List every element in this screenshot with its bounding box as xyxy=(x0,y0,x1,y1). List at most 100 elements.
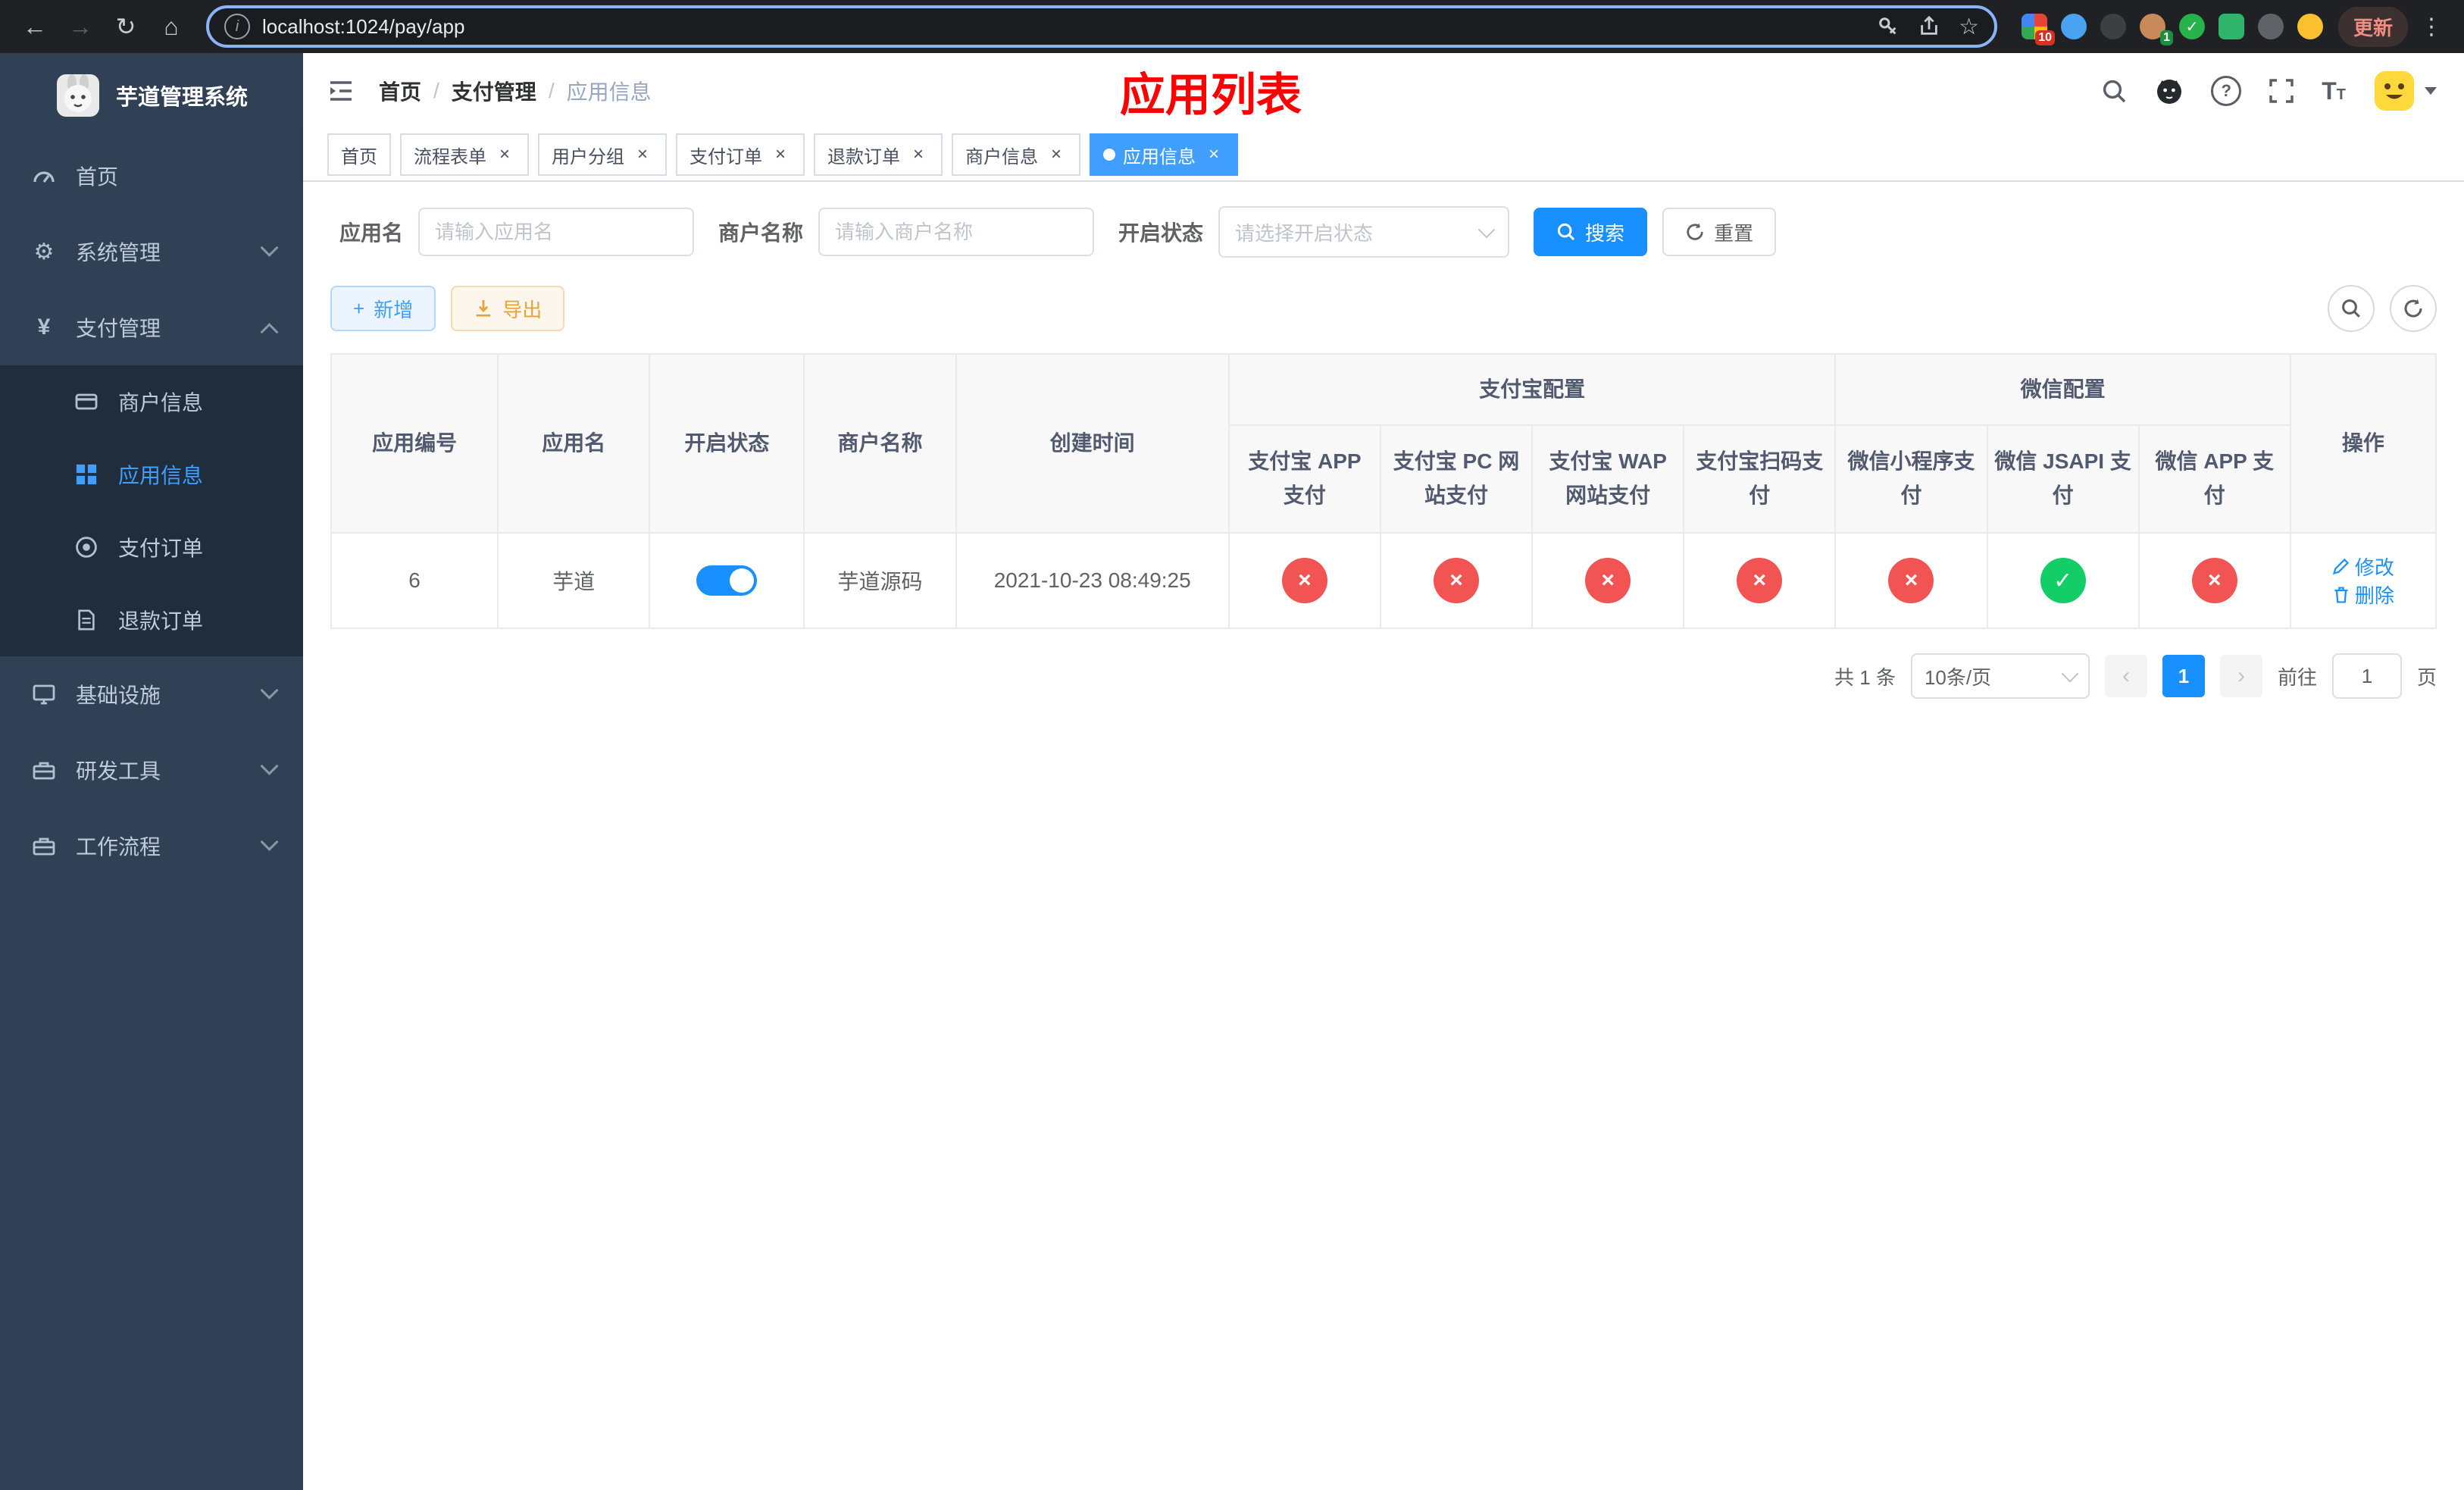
tab-label: 商户信息 xyxy=(965,146,1038,167)
close-icon[interactable]: × xyxy=(494,144,515,165)
sidebar-item-label: 应用信息 xyxy=(118,464,204,487)
chevron-down-icon xyxy=(260,681,279,700)
extension-check-icon[interactable]: ✓ xyxy=(2178,14,2205,39)
export-button[interactable]: 导出 xyxy=(451,286,565,331)
sidebar-item-devtools[interactable]: 研发工具 xyxy=(0,732,303,808)
breadcrumb-payment[interactable]: 支付管理 xyxy=(452,76,536,106)
status-select[interactable]: 请选择开启状态 xyxy=(1218,206,1510,258)
cell-created: 2021-10-23 08:49:25 xyxy=(955,532,1230,629)
page-size-select[interactable]: 10条/页 xyxy=(1910,653,2090,699)
extension-dark-icon[interactable] xyxy=(2100,14,2126,39)
tab-label: 流程表单 xyxy=(414,146,486,167)
browser-forward-button[interactable]: → xyxy=(61,7,100,46)
tab-home[interactable]: 首页 xyxy=(327,133,391,176)
toggle-search-button[interactable] xyxy=(2328,285,2375,332)
help-icon[interactable]: ? xyxy=(2211,76,2242,106)
browser-menu-icon[interactable]: ⋮ xyxy=(2414,14,2449,40)
bookmark-star-icon[interactable]: ☆ xyxy=(1959,14,1979,40)
sidebar-item-workflow[interactable]: 工作流程 xyxy=(0,808,303,884)
breadcrumb-home[interactable]: 首页 xyxy=(379,76,421,106)
extension-avatar-icon[interactable]: 1 xyxy=(2139,14,2173,45)
tab-label: 应用信息 xyxy=(1123,146,1196,167)
share-icon[interactable] xyxy=(1918,15,1940,38)
col-merchant: 商户名称 xyxy=(803,353,957,534)
app-name-label: 应用名 xyxy=(339,221,404,245)
extension-blue-icon[interactable] xyxy=(2060,14,2087,39)
tab-app-info[interactable]: 应用信息 × xyxy=(1090,133,1238,176)
extension-badge: 1 xyxy=(2160,30,2173,45)
sidebar-item-infra[interactable]: 基础设施 xyxy=(0,656,303,732)
app-logo-row[interactable]: 芋道管理系统 xyxy=(0,53,303,138)
close-icon[interactable]: × xyxy=(770,144,791,165)
chevron-down-icon xyxy=(260,238,279,257)
tab-pay-order[interactable]: 支付订单 × xyxy=(676,133,805,176)
app-logo-icon xyxy=(56,74,99,117)
app-title: 芋道管理系统 xyxy=(115,86,248,110)
status-toggle[interactable] xyxy=(696,565,758,596)
tab-label: 首页 xyxy=(341,146,377,167)
extension-emoji-icon[interactable] xyxy=(2297,14,2323,39)
page-number-1[interactable]: 1 xyxy=(2162,655,2205,697)
target-icon xyxy=(73,535,100,559)
search-button[interactable]: 搜索 xyxy=(1534,208,1648,256)
sidebar-item-system[interactable]: ⚙ 系统管理 xyxy=(0,214,303,290)
site-info-icon[interactable]: i xyxy=(224,14,250,39)
sidebar-item-home[interactable]: 首页 xyxy=(0,138,303,214)
chevron-down-icon xyxy=(260,832,279,851)
app-table: 应用编号 应用名 开启状态 商户名称 创建时间 支付宝配置 微信配置 操作 支付… xyxy=(330,353,2437,629)
browser-home-button[interactable]: ⌂ xyxy=(152,7,191,46)
close-icon[interactable]: × xyxy=(632,144,653,165)
alipay-wap-status-icon: × xyxy=(1585,558,1631,603)
sidebar-item-label: 基础设施 xyxy=(76,684,161,707)
sidebar-item-pay-order[interactable]: 支付订单 xyxy=(0,511,303,584)
col-wechat-app: 微信 APP 支付 xyxy=(2137,424,2291,534)
extension-chat-icon[interactable] xyxy=(2218,14,2244,39)
app-name-input[interactable] xyxy=(418,208,695,256)
close-icon[interactable]: × xyxy=(1203,144,1224,165)
close-icon[interactable]: × xyxy=(908,144,929,165)
github-icon[interactable] xyxy=(2155,77,2184,105)
fullscreen-icon[interactable] xyxy=(2269,78,2294,104)
tab-refund-order[interactable]: 退款订单 × xyxy=(814,133,943,176)
tab-user-group[interactable]: 用户分组 × xyxy=(538,133,667,176)
download-icon xyxy=(476,299,491,317)
sidebar-item-label: 首页 xyxy=(76,165,119,189)
cell-merchant: 芋道源码 xyxy=(803,532,957,629)
browser-back-button[interactable]: ← xyxy=(15,7,55,46)
wechat-mini-status-icon: × xyxy=(1888,558,1934,603)
font-size-icon[interactable]: TT xyxy=(2322,79,2346,103)
group-wechat-config: 微信配置 xyxy=(1834,353,2291,426)
tab-merchant-info[interactable]: 商户信息 × xyxy=(952,133,1080,176)
toolbar: + 新增 导出 xyxy=(330,285,2437,332)
delete-button[interactable]: 删除 xyxy=(2332,581,2394,609)
breadcrumb-separator: / xyxy=(548,79,555,102)
goto-page-input[interactable] xyxy=(2331,653,2402,699)
sidebar-item-refund-order[interactable]: 退款订单 xyxy=(0,584,303,656)
user-menu[interactable] xyxy=(2373,70,2437,112)
sidebar-item-payment[interactable]: ¥ 支付管理 xyxy=(0,290,303,365)
export-button-label: 导出 xyxy=(502,298,543,321)
extension-apps-icon[interactable]: 10 xyxy=(2021,14,2055,45)
close-icon[interactable]: × xyxy=(1046,144,1067,165)
edit-button[interactable]: 修改 xyxy=(2332,552,2394,581)
top-navbar: 首页 / 支付管理 / 应用信息 应用列表 ? TT xyxy=(303,53,2464,129)
sidebar-collapse-icon[interactable] xyxy=(303,76,379,106)
extension-puzzle-icon[interactable] xyxy=(2257,14,2284,39)
wechat-app-status-icon: × xyxy=(2191,558,2237,603)
tab-process-form[interactable]: 流程表单 × xyxy=(400,133,529,176)
page-size-value: 10条/页 xyxy=(1924,665,1992,689)
prev-page-button[interactable]: ‹ xyxy=(2104,655,2147,697)
address-bar[interactable]: i localhost:1024/pay/app ☆ xyxy=(206,5,1997,48)
next-page-button[interactable]: › xyxy=(2219,655,2262,697)
merchant-name-input[interactable] xyxy=(818,208,1095,256)
gear-icon: ⚙ xyxy=(33,239,55,265)
search-icon[interactable] xyxy=(2100,77,2128,105)
sidebar-item-merchant-info[interactable]: 商户信息 xyxy=(0,365,303,438)
refresh-table-button[interactable] xyxy=(2390,285,2437,332)
browser-reload-button[interactable]: ↻ xyxy=(106,7,145,46)
reset-button[interactable]: 重置 xyxy=(1662,208,1777,256)
password-key-icon[interactable] xyxy=(1877,15,1900,38)
sidebar-item-app-info[interactable]: 应用信息 xyxy=(0,438,303,511)
chrome-update-button[interactable]: 更新 xyxy=(2337,6,2408,47)
add-button[interactable]: + 新增 xyxy=(330,286,436,331)
